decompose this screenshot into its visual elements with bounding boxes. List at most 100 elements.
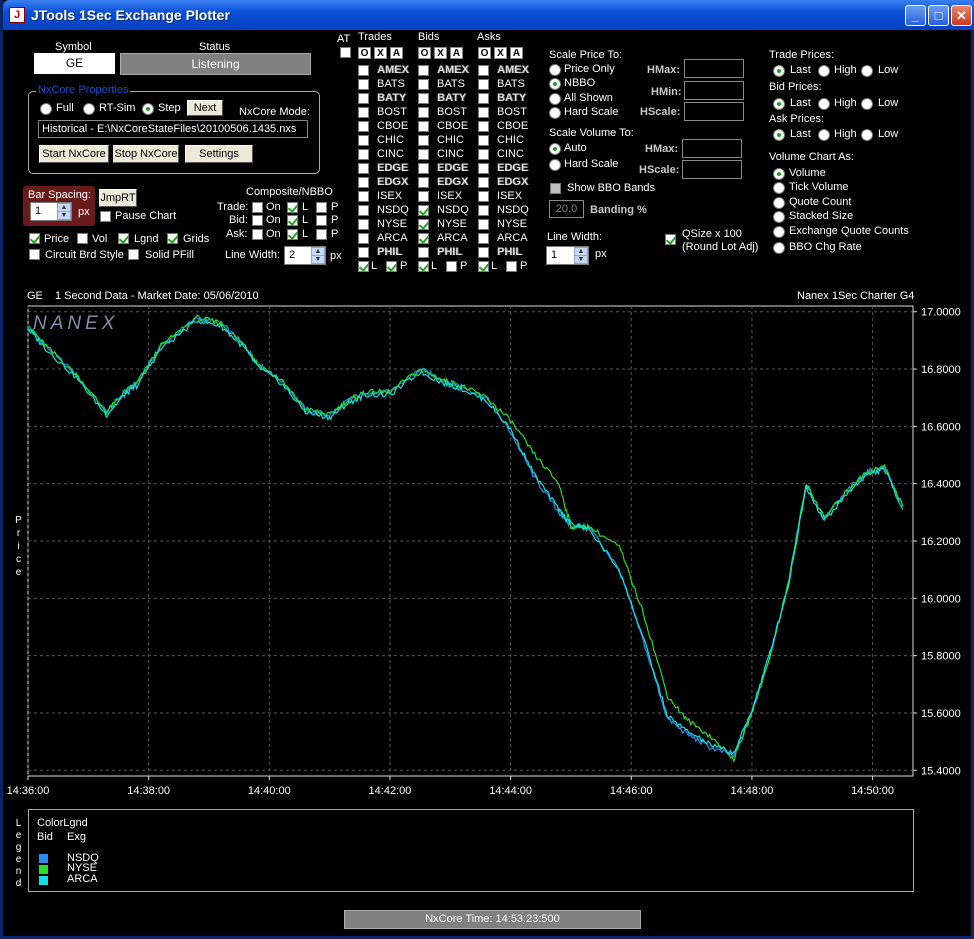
bid-on-checkbox[interactable] bbox=[252, 215, 263, 226]
price-chart[interactable]: NANEX 17.0000 16.8000 16.6000 16.4000 16.2000… bbox=[3, 300, 974, 805]
asks-nsdq-checkbox[interactable] bbox=[478, 205, 489, 216]
volchart-quote-radio[interactable] bbox=[773, 197, 785, 209]
asks-o-button[interactable]: O bbox=[478, 47, 491, 59]
trades-nyse-checkbox[interactable] bbox=[358, 219, 369, 230]
nxcore-mode-field[interactable]: Historical - E:\NxCoreStateFiles\2010050… bbox=[38, 120, 308, 138]
volchart-tick-radio[interactable] bbox=[773, 182, 785, 194]
asks-l-checkbox[interactable] bbox=[478, 261, 489, 272]
asks-bats-checkbox[interactable] bbox=[478, 79, 489, 90]
price-hmin-field[interactable] bbox=[684, 81, 744, 100]
bid-p-checkbox[interactable] bbox=[316, 215, 327, 226]
asks-cboe-checkbox[interactable] bbox=[478, 121, 489, 132]
asks-bost-checkbox[interactable] bbox=[478, 107, 489, 118]
grids-checkbox[interactable] bbox=[167, 233, 178, 244]
asks-baty-checkbox[interactable] bbox=[478, 93, 489, 104]
volume-auto-radio[interactable] bbox=[549, 143, 561, 155]
lgnd-checkbox[interactable] bbox=[118, 233, 129, 244]
bid-l-checkbox[interactable] bbox=[287, 215, 298, 226]
trades-phil-checkbox[interactable] bbox=[358, 247, 369, 258]
volume-hscale-field[interactable] bbox=[682, 160, 742, 179]
trades-nsdq-checkbox[interactable] bbox=[358, 205, 369, 216]
trades-arca-checkbox[interactable] bbox=[358, 233, 369, 244]
pause-chart-checkbox[interactable] bbox=[100, 211, 111, 222]
symbol-input[interactable]: GE bbox=[34, 53, 115, 74]
trade-l-checkbox[interactable] bbox=[287, 202, 298, 213]
trades-p-checkbox[interactable] bbox=[386, 261, 397, 272]
banding-field[interactable]: 20.0 bbox=[549, 200, 584, 218]
maximize-button[interactable]: □ bbox=[928, 5, 949, 26]
at-checkbox[interactable] bbox=[340, 47, 351, 58]
trades-baty-checkbox[interactable] bbox=[358, 93, 369, 104]
bids-edgx-checkbox[interactable] bbox=[418, 177, 429, 188]
start-nxcore-button[interactable]: Start NxCore bbox=[39, 145, 109, 163]
next-button[interactable]: Next bbox=[187, 100, 223, 116]
trades-bats-checkbox[interactable] bbox=[358, 79, 369, 90]
asks-arca-checkbox[interactable] bbox=[478, 233, 489, 244]
price-checkbox[interactable] bbox=[29, 233, 40, 244]
bar-spacing-spinner[interactable]: 1 ▲ ▼ bbox=[30, 202, 72, 221]
jmprt-button[interactable]: JmpRT bbox=[99, 189, 137, 207]
trade-on-checkbox[interactable] bbox=[252, 202, 263, 213]
settings-button[interactable]: Settings bbox=[185, 145, 253, 163]
scale-price-only-radio[interactable] bbox=[549, 64, 561, 76]
volume-hard-radio[interactable] bbox=[549, 159, 561, 171]
ask-high-radio[interactable] bbox=[818, 129, 830, 141]
bids-l-checkbox[interactable] bbox=[418, 261, 429, 272]
ask-low-radio[interactable] bbox=[861, 129, 873, 141]
mode-rtsim-radio[interactable] bbox=[83, 103, 95, 115]
trades-edgx-checkbox[interactable] bbox=[358, 177, 369, 188]
trades-bost-checkbox[interactable] bbox=[358, 107, 369, 118]
trades-cinc-checkbox[interactable] bbox=[358, 149, 369, 160]
volchart-volume-radio[interactable] bbox=[773, 168, 785, 180]
title-bar[interactable]: J JTools 1Sec Exchange Plotter _ □ ✕ bbox=[3, 0, 974, 30]
bids-cinc-checkbox[interactable] bbox=[418, 149, 429, 160]
bid-last-radio[interactable] bbox=[773, 98, 785, 110]
ask-p-checkbox[interactable] bbox=[316, 229, 327, 240]
asks-phil-checkbox[interactable] bbox=[478, 247, 489, 258]
bids-x-button[interactable]: X bbox=[434, 47, 447, 59]
bid-high-radio[interactable] bbox=[818, 98, 830, 110]
trades-amex-checkbox[interactable] bbox=[358, 65, 369, 76]
scale-all-shown-radio[interactable] bbox=[549, 93, 561, 105]
asks-x-button[interactable]: X bbox=[494, 47, 507, 59]
trades-chic-checkbox[interactable] bbox=[358, 135, 369, 146]
asks-a-button[interactable]: A bbox=[510, 47, 523, 59]
stop-nxcore-button[interactable]: Stop NxCore bbox=[113, 145, 179, 163]
bids-bost-checkbox[interactable] bbox=[418, 107, 429, 118]
trades-l-checkbox[interactable] bbox=[358, 261, 369, 272]
trades-isex-checkbox[interactable] bbox=[358, 191, 369, 202]
scale-hard-radio[interactable] bbox=[549, 107, 561, 119]
trade-last-radio[interactable] bbox=[773, 65, 785, 77]
trades-edge-checkbox[interactable] bbox=[358, 163, 369, 174]
ask-on-checkbox[interactable] bbox=[252, 229, 263, 240]
bids-a-button[interactable]: A bbox=[450, 47, 463, 59]
bids-phil-checkbox[interactable] bbox=[418, 247, 429, 258]
volchart-bbo-radio[interactable] bbox=[773, 242, 785, 254]
composite-line-width-spinner[interactable]: 2 ▲ ▼ bbox=[284, 246, 326, 265]
bid-low-radio[interactable] bbox=[861, 98, 873, 110]
spin-down-icon[interactable]: ▼ bbox=[57, 211, 71, 220]
asks-amex-checkbox[interactable] bbox=[478, 65, 489, 76]
asks-edgx-checkbox[interactable] bbox=[478, 177, 489, 188]
asks-cinc-checkbox[interactable] bbox=[478, 149, 489, 160]
mode-step-radio[interactable] bbox=[142, 103, 154, 115]
show-bbo-bands-checkbox[interactable] bbox=[550, 183, 561, 194]
bids-baty-checkbox[interactable] bbox=[418, 93, 429, 104]
volume-hmax-field[interactable] bbox=[682, 139, 742, 158]
asks-chic-checkbox[interactable] bbox=[478, 135, 489, 146]
volume-line-width-spinner[interactable]: 1 ▲ ▼ bbox=[546, 246, 589, 265]
asks-nyse-checkbox[interactable] bbox=[478, 219, 489, 230]
close-button[interactable]: ✕ bbox=[951, 5, 972, 26]
vol-checkbox[interactable] bbox=[77, 233, 88, 244]
price-hmax-field[interactable] bbox=[684, 59, 744, 78]
bids-p-checkbox[interactable] bbox=[446, 261, 457, 272]
bids-nyse-checkbox[interactable] bbox=[418, 219, 429, 230]
bids-chic-checkbox[interactable] bbox=[418, 135, 429, 146]
bids-nsdq-checkbox[interactable] bbox=[418, 205, 429, 216]
scale-nbbo-radio[interactable] bbox=[549, 78, 561, 90]
trades-o-button[interactable]: O bbox=[358, 47, 371, 59]
minimize-button[interactable]: _ bbox=[905, 5, 926, 26]
bids-isex-checkbox[interactable] bbox=[418, 191, 429, 202]
spin-down-icon[interactable]: ▼ bbox=[574, 255, 588, 264]
bids-amex-checkbox[interactable] bbox=[418, 65, 429, 76]
